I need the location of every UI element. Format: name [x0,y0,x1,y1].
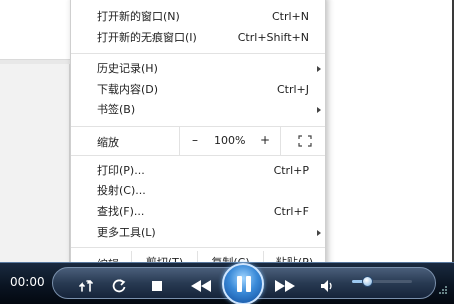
menu-item-print[interactable]: 打印(P)... Ctrl+P [71,161,325,181]
menu-separator [71,53,325,54]
submenu-arrow-icon [317,66,321,72]
pause-icon [246,276,251,292]
menu-separator [71,247,325,248]
menu-item-label: 查找(F)... [97,205,145,218]
menu-item-shortcut: Ctrl+N [271,10,309,23]
menu-separator [71,155,325,156]
menu-item-new-incognito-window[interactable]: 打开新的无痕窗口(I) Ctrl+Shift+N [71,28,325,48]
menu-item-cast[interactable]: 投射(C)... [71,181,325,201]
menu-item-shortcut: Ctrl+P [273,164,309,177]
zoom-level: 100% [214,134,246,147]
menu-item-downloads[interactable]: 下载内容(D) Ctrl+J [71,80,325,100]
background-browser-window [0,0,70,304]
volume-icon[interactable] [319,278,335,294]
resize-grip-icon[interactable] [438,285,448,295]
fullscreen-icon[interactable] [298,135,312,147]
browser-context-menu: 打开新的窗口(N) Ctrl+N 打开新的无痕窗口(I) Ctrl+Shift+… [70,0,326,284]
submenu-arrow-icon [317,107,321,113]
volume-slider-knob[interactable] [362,276,373,287]
next-icon[interactable] [273,278,297,294]
menu-item-label: 更多工具(L) [97,226,156,239]
menu-item-new-window[interactable]: 打开新的窗口(N) Ctrl+N [71,7,325,27]
menu-item-more-tools[interactable]: 更多工具(L) [71,223,325,243]
menu-item-label: 打开新的无痕窗口(I) [97,31,197,44]
background-right-area [326,0,454,304]
menu-item-label: 下载内容(D) [97,83,159,96]
menu-item-label: 投射(C)... [97,184,146,197]
zoom-divider [280,127,281,155]
previous-icon[interactable] [189,278,213,294]
menu-item-bookmarks[interactable]: 书签(B) [71,100,325,120]
submenu-arrow-icon [317,230,321,236]
zoom-out-button[interactable]: – [192,133,198,147]
elapsed-time: 00:00 [10,275,45,289]
menu-item-shortcut: Ctrl+J [276,83,309,96]
volume-slider[interactable] [352,276,412,287]
zoom-row: 缩放 – 100% + [71,127,325,155]
stop-icon[interactable] [149,278,165,294]
menu-item-label: 历史记录(H) [97,62,158,75]
zoom-in-button[interactable]: + [260,133,270,147]
zoom-controls: – 100% + [179,127,325,155]
menu-item-shortcut: Ctrl+Shift+N [237,31,309,44]
background-divider [0,60,70,64]
menu-item-find[interactable]: 查找(F)... Ctrl+F [71,202,325,222]
media-player-bar: 00:00 [0,262,454,304]
menu-item-label: 书签(B) [97,103,136,116]
pause-icon [237,276,242,292]
menu-item-label: 打开新的窗口(N) [97,10,180,23]
menu-item-history[interactable]: 历史记录(H) [71,59,325,79]
menu-item-shortcut: Ctrl+F [273,205,309,218]
repeat-icon[interactable] [111,278,127,294]
pause-button[interactable] [222,263,264,304]
background-page-area [0,0,70,60]
menu-item-label: 打印(P)... [97,164,145,177]
shuffle-icon[interactable] [79,278,95,294]
zoom-label: 缩放 [97,136,119,149]
